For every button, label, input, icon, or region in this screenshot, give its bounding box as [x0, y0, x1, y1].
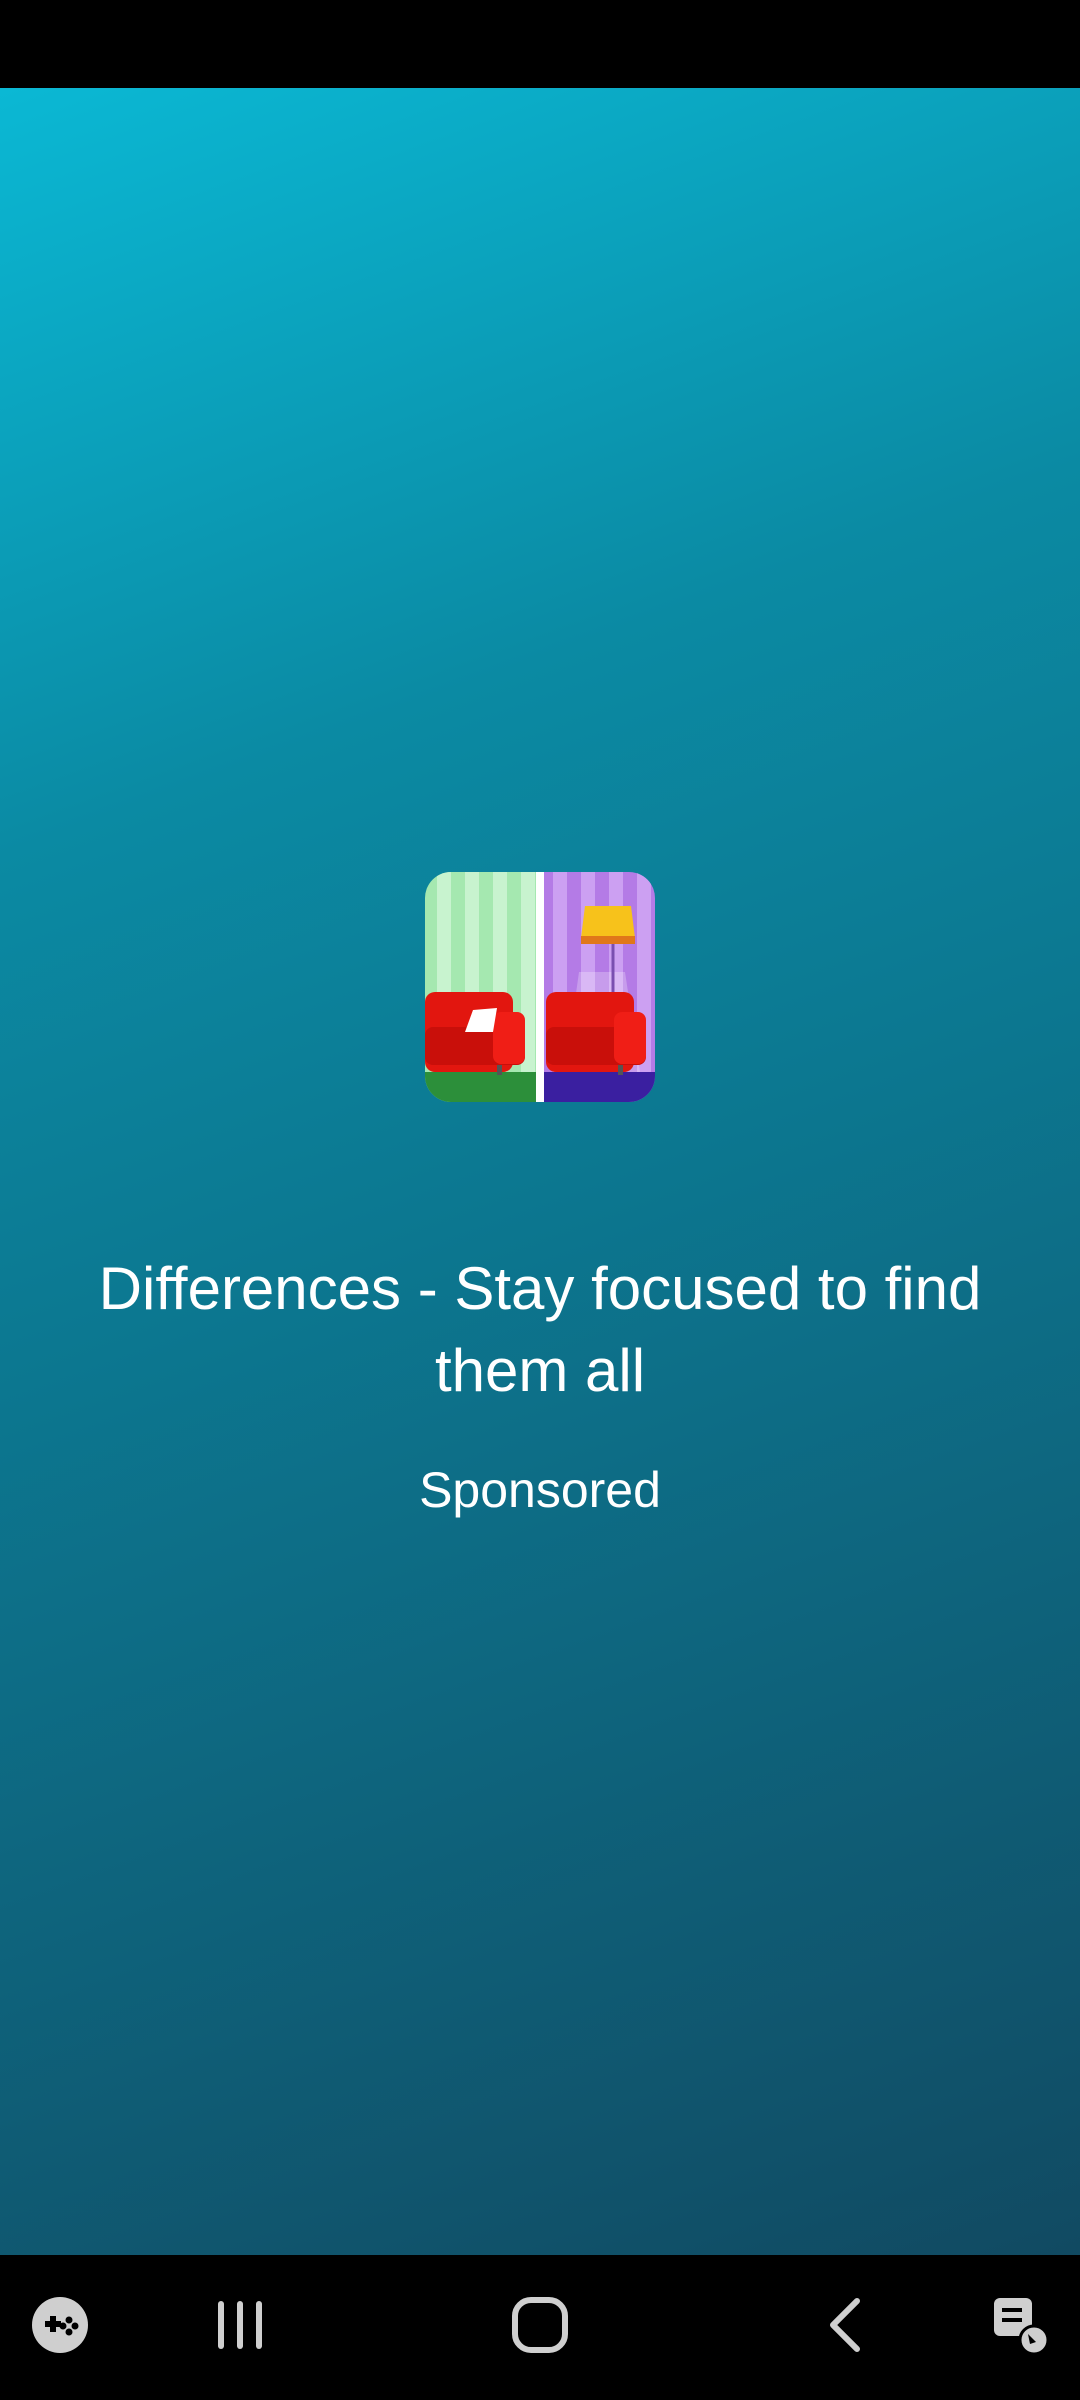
status-bar — [0, 0, 1080, 88]
keyboard-switch-icon — [990, 2294, 1050, 2361]
home-button[interactable] — [495, 2255, 585, 2400]
game-launcher-button[interactable] — [20, 2255, 100, 2400]
recent-apps-icon — [212, 2297, 268, 2358]
app-icon[interactable] — [425, 872, 655, 1102]
game-launcher-icon — [31, 2296, 89, 2359]
ad-interstitial[interactable]: Differences - Stay focused to find them … — [0, 88, 1080, 2255]
recent-apps-button[interactable] — [195, 2255, 285, 2400]
back-icon — [825, 2297, 865, 2358]
back-button[interactable] — [800, 2255, 890, 2400]
screen: Differences - Stay focused to find them … — [0, 0, 1080, 2400]
navigation-bar — [0, 2255, 1080, 2400]
keyboard-switch-button[interactable] — [980, 2255, 1060, 2400]
app-title: Differences - Stay focused to find them … — [98, 1255, 982, 1404]
sponsored-label: Sponsored — [419, 1462, 661, 1518]
home-icon — [511, 2296, 569, 2359]
